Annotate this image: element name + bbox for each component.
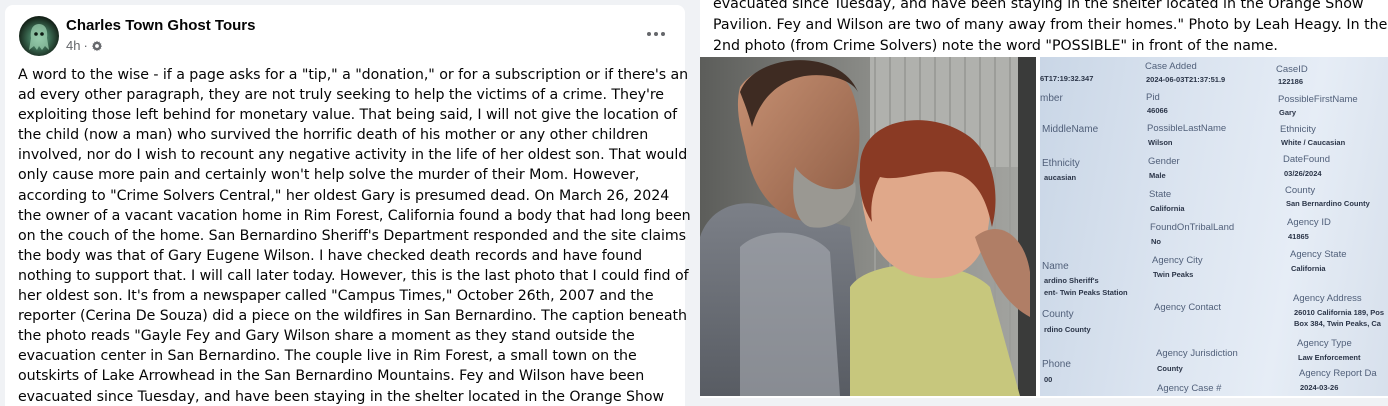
agency-address-value-line2: Box 384, Twin Peaks, Ca	[1294, 319, 1381, 328]
caseid-value: 122186	[1278, 77, 1304, 86]
post-text-line: her oldest son. It's from a newspaper ca…	[18, 288, 654, 305]
agency-type-label: Agency Type	[1297, 338, 1352, 349]
agency-name-value-line2: ent- Twin Peaks Station	[1044, 288, 1128, 297]
newspaper-photo[interactable]	[700, 57, 1036, 396]
ethnicity-value: White / Caucasian	[1281, 138, 1346, 147]
agency-contact-label: Agency Contact	[1154, 302, 1222, 313]
post-text-line: evacuation center in San Bernardino. The…	[18, 348, 637, 365]
county-label: County	[1285, 185, 1316, 196]
agency-report-date-value: 2024-03-26	[1300, 383, 1339, 392]
post-text-line: ad every other paragraph, they are not t…	[18, 87, 664, 104]
possible-last-name-label: PossibleLastName	[1147, 123, 1227, 134]
agency-report-date-label: Agency Report Da	[1299, 368, 1377, 379]
post-text-line: the owner of a vacant vacation home in R…	[18, 207, 691, 224]
photo-image	[700, 57, 1036, 396]
meta-separator: ·	[83, 38, 88, 53]
county-left-value: rdino County	[1044, 325, 1091, 334]
more-options-icon	[647, 32, 651, 36]
agency-name-label: Name	[1042, 261, 1069, 272]
agency-name-value-line1: ardino Sheriff's	[1044, 276, 1099, 285]
possible-last-name-value: Wilson	[1148, 138, 1173, 147]
case-record-photo[interactable]: Case Added 2024-06-03T21:37:51.9 CaseID …	[1040, 57, 1388, 396]
post-text-line: outskirts of Lake Arrowhead in the San B…	[18, 368, 645, 385]
agency-state-label: Agency State	[1290, 249, 1347, 260]
post-meta: 4h ·	[66, 38, 103, 53]
agency-case-label: Agency Case #	[1157, 383, 1222, 394]
county-left-label: County	[1042, 309, 1074, 320]
post-text-line: on the couch of the home. San Bernardino…	[18, 227, 687, 244]
phone-value: 00	[1044, 375, 1053, 384]
number-label: mber	[1040, 93, 1063, 104]
middle-name-label: MiddleName	[1042, 124, 1099, 135]
caseid-label: CaseID	[1276, 64, 1308, 75]
ethnicity-left-label: Ethnicity	[1042, 158, 1080, 169]
gear-icon[interactable]	[91, 40, 103, 52]
agency-id-value: 41865	[1288, 232, 1309, 241]
agency-address-value-line1: 26010 California 189, Pos	[1294, 308, 1385, 317]
ethnicity-label: Ethnicity	[1280, 124, 1316, 135]
county-value: San Bernardino County	[1286, 199, 1370, 208]
pid-label: Pid	[1146, 92, 1160, 103]
case-added-label: Case Added	[1145, 61, 1197, 72]
pid-value: 46066	[1147, 106, 1168, 115]
possible-first-name-label: PossibleFirstName	[1278, 94, 1358, 105]
post-text-line: 2nd photo (from Crime Solvers) note the …	[713, 38, 1278, 54]
post-text-line: exploiting those left behind for monetar…	[18, 107, 678, 124]
agency-address-label: Agency Address	[1293, 293, 1362, 304]
agency-state-value: California	[1291, 264, 1326, 273]
post-text-line: the child (now a man) who survived the h…	[18, 127, 649, 144]
gender-label: Gender	[1148, 156, 1180, 167]
agency-city-label: Agency City	[1152, 255, 1203, 266]
found-on-tribal-land-value: No	[1151, 237, 1161, 246]
page-avatar[interactable]	[19, 16, 59, 56]
post-text: A word to the wise - if a page asks for …	[18, 65, 691, 406]
post-time[interactable]: 4h	[66, 38, 80, 53]
agency-type-value: Law Enforcement	[1298, 353, 1361, 362]
post-text-continued: evacuated since Tuesday, and have been s…	[713, 0, 1388, 57]
agency-jurisdiction-value: County	[1157, 364, 1183, 373]
found-on-tribal-land-label: FoundOnTribalLand	[1150, 222, 1235, 233]
post-text-line: according to "Crime Solvers Central," he…	[18, 187, 670, 204]
post-text-line: evacuated since Tuesday, and have been s…	[713, 0, 1364, 12]
post-text-line: involved, nor do I wish to recount any n…	[18, 147, 688, 164]
case-added-value: 2024-06-03T21:37:51.9	[1146, 75, 1226, 84]
post-text-line: evacuated since Tuesday, and have been s…	[18, 388, 665, 405]
more-options-button[interactable]	[640, 20, 672, 48]
post-text-line: Pavilion. Fey and Wilson are two of many…	[713, 17, 1388, 33]
agency-jurisdiction-label: Agency Jurisdiction	[1156, 348, 1238, 359]
post-text-line: reporter (Cerina De Souza) did a piece o…	[18, 308, 687, 325]
phone-label: Phone	[1042, 359, 1071, 370]
feed-gap	[693, 398, 1388, 406]
left-timestamp: 6T17:19:32.347	[1040, 74, 1094, 83]
post-text-line: nothing to support that. I will call lat…	[18, 267, 689, 284]
ghost-avatar-icon	[29, 24, 49, 50]
ethnicity-left-value: aucasian	[1044, 173, 1077, 182]
agency-city-value: Twin Peaks	[1153, 270, 1194, 279]
post-text-line: the body was that of Gary Eugene Wilson.…	[18, 247, 643, 264]
post-text-line: A word to the wise - if a page asks for …	[18, 67, 689, 83]
agency-id-label: Agency ID	[1287, 217, 1331, 228]
page-name-link[interactable]: Charles Town Ghost Tours	[66, 17, 255, 34]
date-found-value: 03/26/2024	[1284, 169, 1322, 178]
state-value: California	[1150, 204, 1185, 213]
state-label: State	[1149, 189, 1172, 200]
date-found-label: DateFound	[1283, 154, 1331, 165]
possible-first-name-value: Gary	[1279, 108, 1297, 117]
post-text-line: only cause more pain and certainly won't…	[18, 167, 640, 184]
post-text-line: the photo reads "Gayle Fey and Gary Wils…	[18, 328, 635, 345]
gender-value: Male	[1149, 171, 1166, 180]
post-card: Charles Town Ghost Tours 4h · A word to …	[5, 5, 691, 406]
